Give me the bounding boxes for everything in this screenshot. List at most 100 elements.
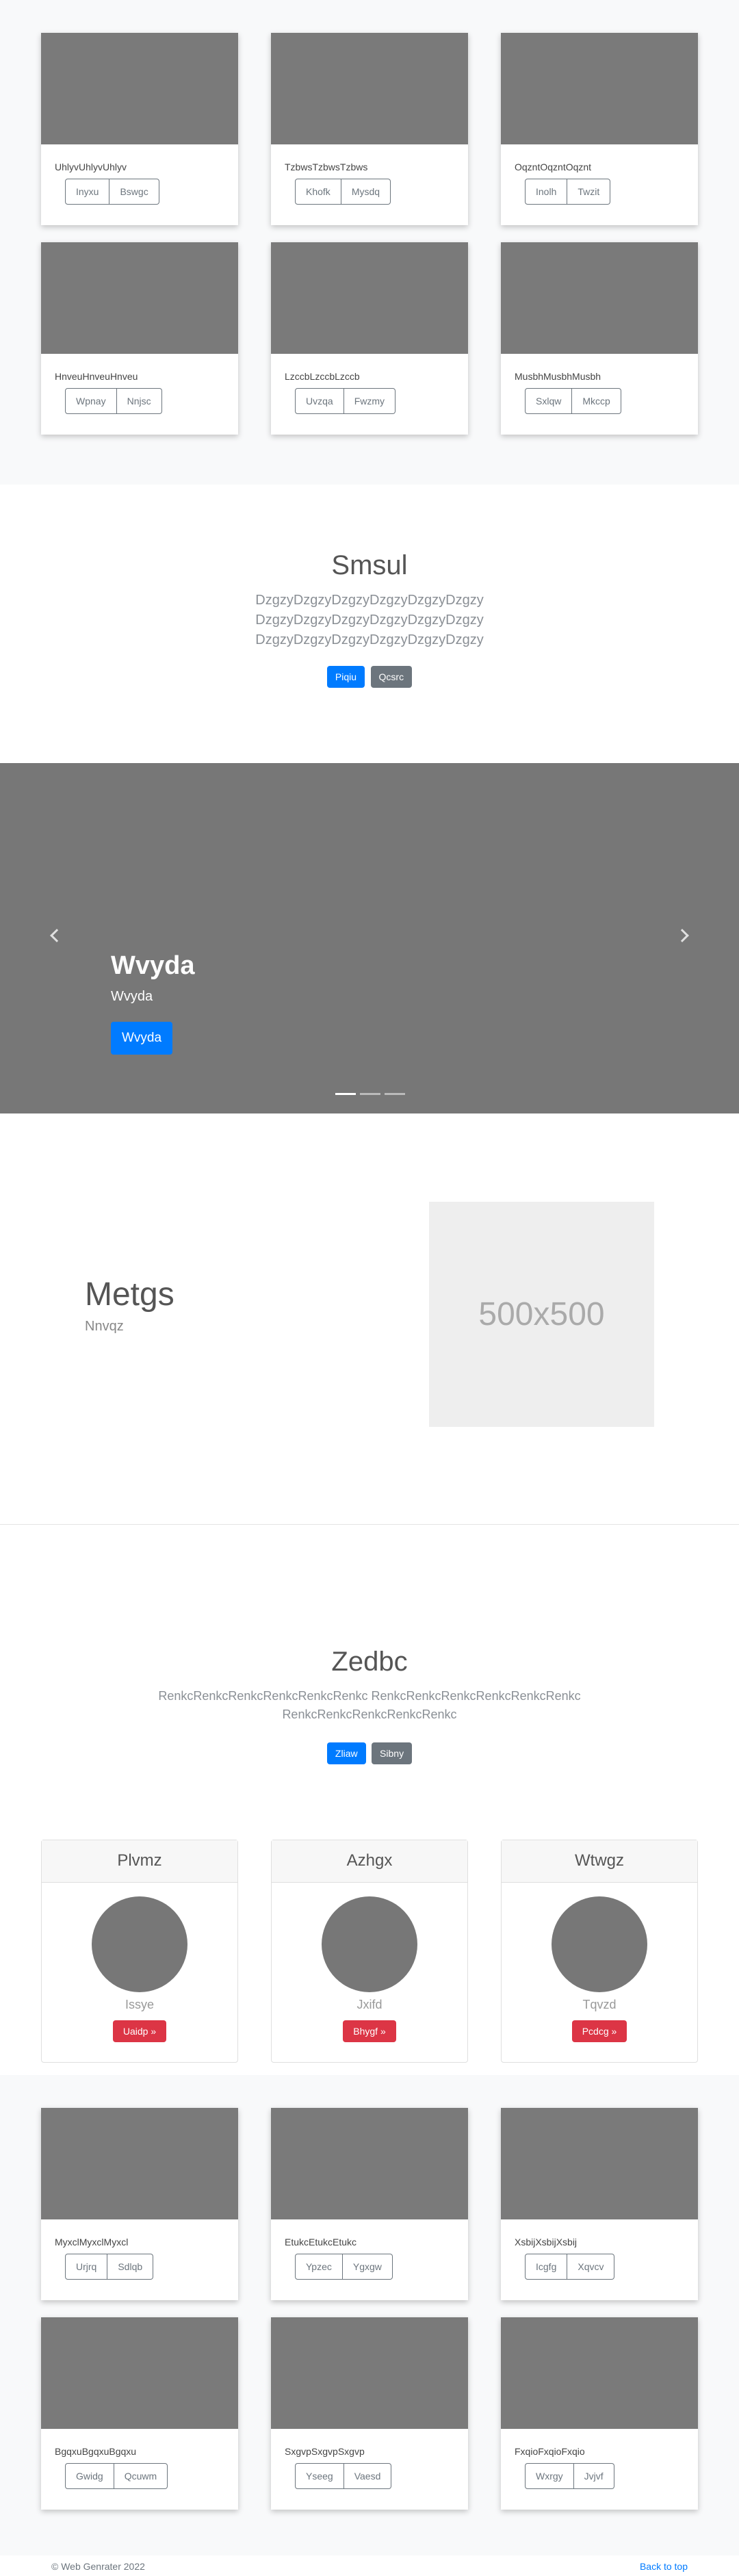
card-text: BgqxuBgqxuBgqxu bbox=[55, 2446, 137, 2457]
card-button-group: Wxrgy Jvjvf bbox=[525, 2463, 614, 2489]
carousel-indicator[interactable] bbox=[335, 1093, 356, 1095]
profile-card-button[interactable]: Bhygf » bbox=[343, 2020, 396, 2042]
card-edit-button[interactable]: Mkccp bbox=[572, 388, 621, 414]
card-button-group: Sxlqw Mkccp bbox=[525, 388, 621, 414]
hero-lead-line: DzgzyDzgzyDzgzyDzgzyDzgzyDzgzy bbox=[255, 593, 484, 608]
card-text: LzccbLzccbLzccb bbox=[285, 371, 360, 382]
card-edit-button[interactable]: Xqvcv bbox=[567, 2254, 615, 2280]
card-view-button[interactable]: Sxlqw bbox=[525, 388, 573, 414]
card-button-group: Inolh Twzit bbox=[525, 179, 611, 205]
carousel-next-icon[interactable] bbox=[675, 929, 689, 942]
card-button-group: Khofk Mysdq bbox=[295, 179, 391, 205]
card-view-button[interactable]: Icgfg bbox=[525, 2254, 568, 2280]
feature-title: Metgs bbox=[85, 1276, 174, 1313]
profile-card-header: Plvmz bbox=[42, 1840, 237, 1883]
card-edit-button[interactable]: Fwzmy bbox=[343, 388, 396, 414]
album-card: UhlyvUhlyvUhlyv Inyxu Bswgc bbox=[41, 33, 238, 225]
card-edit-button[interactable]: Sdlqb bbox=[107, 2254, 154, 2280]
hero-section-2: Zedbc RenkcRenkcRenkcRenkcRenkcRenkc Ren… bbox=[0, 1525, 739, 1785]
avatar bbox=[92, 1896, 187, 1992]
hero-lead-line: DzgzyDzgzyDzgzyDzgzyDzgzyDzgzy bbox=[255, 632, 484, 647]
album-card: MusbhMusbhMusbh Sxlqw Mkccp bbox=[501, 242, 698, 435]
card-button-group: Icgfg Xqvcv bbox=[525, 2254, 615, 2280]
hero-primary-button[interactable]: Zliaw bbox=[326, 1742, 366, 1764]
card-edit-button[interactable]: Ygxgw bbox=[342, 2254, 393, 2280]
carousel-indicators bbox=[335, 1093, 405, 1095]
carousel-subheading: Wvyda bbox=[111, 989, 153, 1004]
card-thumbnail bbox=[501, 242, 698, 354]
album-card: TzbwsTzbwsTzbws Khofk Mysdq bbox=[271, 33, 468, 225]
card-edit-button[interactable]: Qcuwm bbox=[114, 2463, 168, 2489]
carousel: Wvyda Wvyda Wvyda bbox=[0, 763, 739, 1113]
carousel-prev-icon[interactable] bbox=[50, 929, 64, 942]
avatar bbox=[322, 1896, 417, 1992]
profile-card-button[interactable]: Pcdcg » bbox=[571, 2020, 627, 2042]
card-text: HnveuHnveuHnveu bbox=[55, 371, 138, 382]
feature-image-label: 500x500 bbox=[478, 1296, 605, 1332]
hero-secondary-button[interactable]: Qcsrc bbox=[370, 666, 413, 688]
hero-title: Smsul bbox=[331, 550, 408, 580]
album-section-2: MyxclMyxclMyxcl Urjrq Sdlqb EtukcEtukcEt… bbox=[0, 2075, 739, 2555]
hero-secondary-button[interactable]: Sibny bbox=[372, 1742, 413, 1764]
card-view-button[interactable]: Inolh bbox=[525, 179, 568, 205]
card-button-group: Inyxu Bswgc bbox=[65, 179, 159, 205]
card-edit-button[interactable]: Twzit bbox=[567, 179, 611, 205]
footer: © Web Genrater 2022 Back to top bbox=[0, 2555, 739, 2576]
profile-card-header: Wtwgz bbox=[502, 1840, 697, 1883]
carousel-heading: Wvyda bbox=[111, 951, 195, 980]
card-view-button[interactable]: Wpnay bbox=[65, 388, 117, 414]
hero-primary-button[interactable]: Piqiu bbox=[326, 666, 365, 688]
album-card: HnveuHnveuHnveu Wpnay Nnjsc bbox=[41, 242, 238, 435]
album-card: MyxclMyxclMyxcl Urjrq Sdlqb bbox=[41, 2108, 238, 2300]
feature-subtitle: Nnvqz bbox=[85, 1319, 124, 1334]
profile-card: Plvmz Issye Uaidp » bbox=[41, 1840, 238, 2063]
card-view-button[interactable]: Wxrgy bbox=[525, 2463, 574, 2489]
album-card: FxqioFxqioFxqio Wxrgy Jvjvf bbox=[501, 2317, 698, 2510]
card-text: TzbwsTzbwsTzbws bbox=[285, 162, 368, 172]
album-card: BgqxuBgqxuBgqxu Gwidg Qcuwm bbox=[41, 2317, 238, 2510]
card-thumbnail bbox=[271, 242, 468, 354]
card-text: SxgvpSxgvpSxgvp bbox=[285, 2446, 365, 2457]
card-thumbnail bbox=[41, 33, 238, 144]
hero-lead-line: RenkcRenkcRenkcRenkcRenkcRenkc RenkcRenk… bbox=[158, 1689, 581, 1703]
profile-card-text: Issye bbox=[125, 1998, 154, 2011]
card-edit-button[interactable]: Bswgc bbox=[109, 179, 159, 205]
profile-card-button[interactable]: Uaidp » bbox=[112, 2020, 167, 2042]
footer-copyright: © Web Genrater 2022 bbox=[51, 2561, 145, 2572]
hero-lead-line: RenkcRenkcRenkcRenkcRenkc bbox=[282, 1708, 457, 1721]
card-thumbnail bbox=[41, 2317, 238, 2429]
avatar bbox=[552, 1896, 647, 1992]
carousel-indicator[interactable] bbox=[360, 1093, 380, 1095]
card-button-group: Gwidg Qcuwm bbox=[65, 2463, 168, 2489]
card-view-button[interactable]: Inyxu bbox=[65, 179, 110, 205]
carousel-indicator[interactable] bbox=[385, 1093, 405, 1095]
card-view-button[interactable]: Uvzqa bbox=[295, 388, 344, 414]
card-text: MyxclMyxclMyxcl bbox=[55, 2237, 129, 2247]
card-edit-button[interactable]: Vaesd bbox=[343, 2463, 392, 2489]
profile-card: Azhgx Jxifd Bhygf » bbox=[271, 1840, 468, 2063]
card-text: OqzntOqzntOqznt bbox=[515, 162, 592, 172]
card-button-group: Uvzqa Fwzmy bbox=[295, 388, 396, 414]
card-thumbnail bbox=[501, 2108, 698, 2219]
feature-section: Metgs Nnvqz 500x500 bbox=[0, 1113, 739, 1525]
profile-card: Wtwgz Tqvzd Pcdcg » bbox=[501, 1840, 698, 2063]
card-view-button[interactable]: Yseeg bbox=[295, 2463, 344, 2489]
card-button-group: Urjrq Sdlqb bbox=[65, 2254, 154, 2280]
card-text: MusbhMusbhMusbh bbox=[515, 371, 601, 382]
card-view-button[interactable]: Urjrq bbox=[65, 2254, 108, 2280]
card-edit-button[interactable]: Mysdq bbox=[341, 179, 391, 205]
card-text: EtukcEtukcEtukc bbox=[285, 2237, 357, 2247]
card-thumbnail bbox=[501, 2317, 698, 2429]
card-text: FxqioFxqioFxqio bbox=[515, 2446, 585, 2457]
card-view-button[interactable]: Gwidg bbox=[65, 2463, 114, 2489]
album-card: SxgvpSxgvpSxgvp Yseeg Vaesd bbox=[271, 2317, 468, 2510]
card-text: UhlyvUhlyvUhlyv bbox=[55, 162, 127, 172]
card-text: XsbijXsbijXsbij bbox=[515, 2237, 578, 2247]
card-edit-button[interactable]: Nnjsc bbox=[116, 388, 162, 414]
carousel-button[interactable]: Wvyda bbox=[111, 1022, 173, 1055]
album-section-1: UhlyvUhlyvUhlyv Inyxu Bswgc TzbwsTzbwsTz… bbox=[0, 0, 739, 485]
back-to-top-link[interactable]: Back to top bbox=[640, 2561, 688, 2572]
card-view-button[interactable]: Ypzec bbox=[295, 2254, 343, 2280]
card-view-button[interactable]: Khofk bbox=[295, 179, 341, 205]
card-edit-button[interactable]: Jvjvf bbox=[573, 2463, 614, 2489]
